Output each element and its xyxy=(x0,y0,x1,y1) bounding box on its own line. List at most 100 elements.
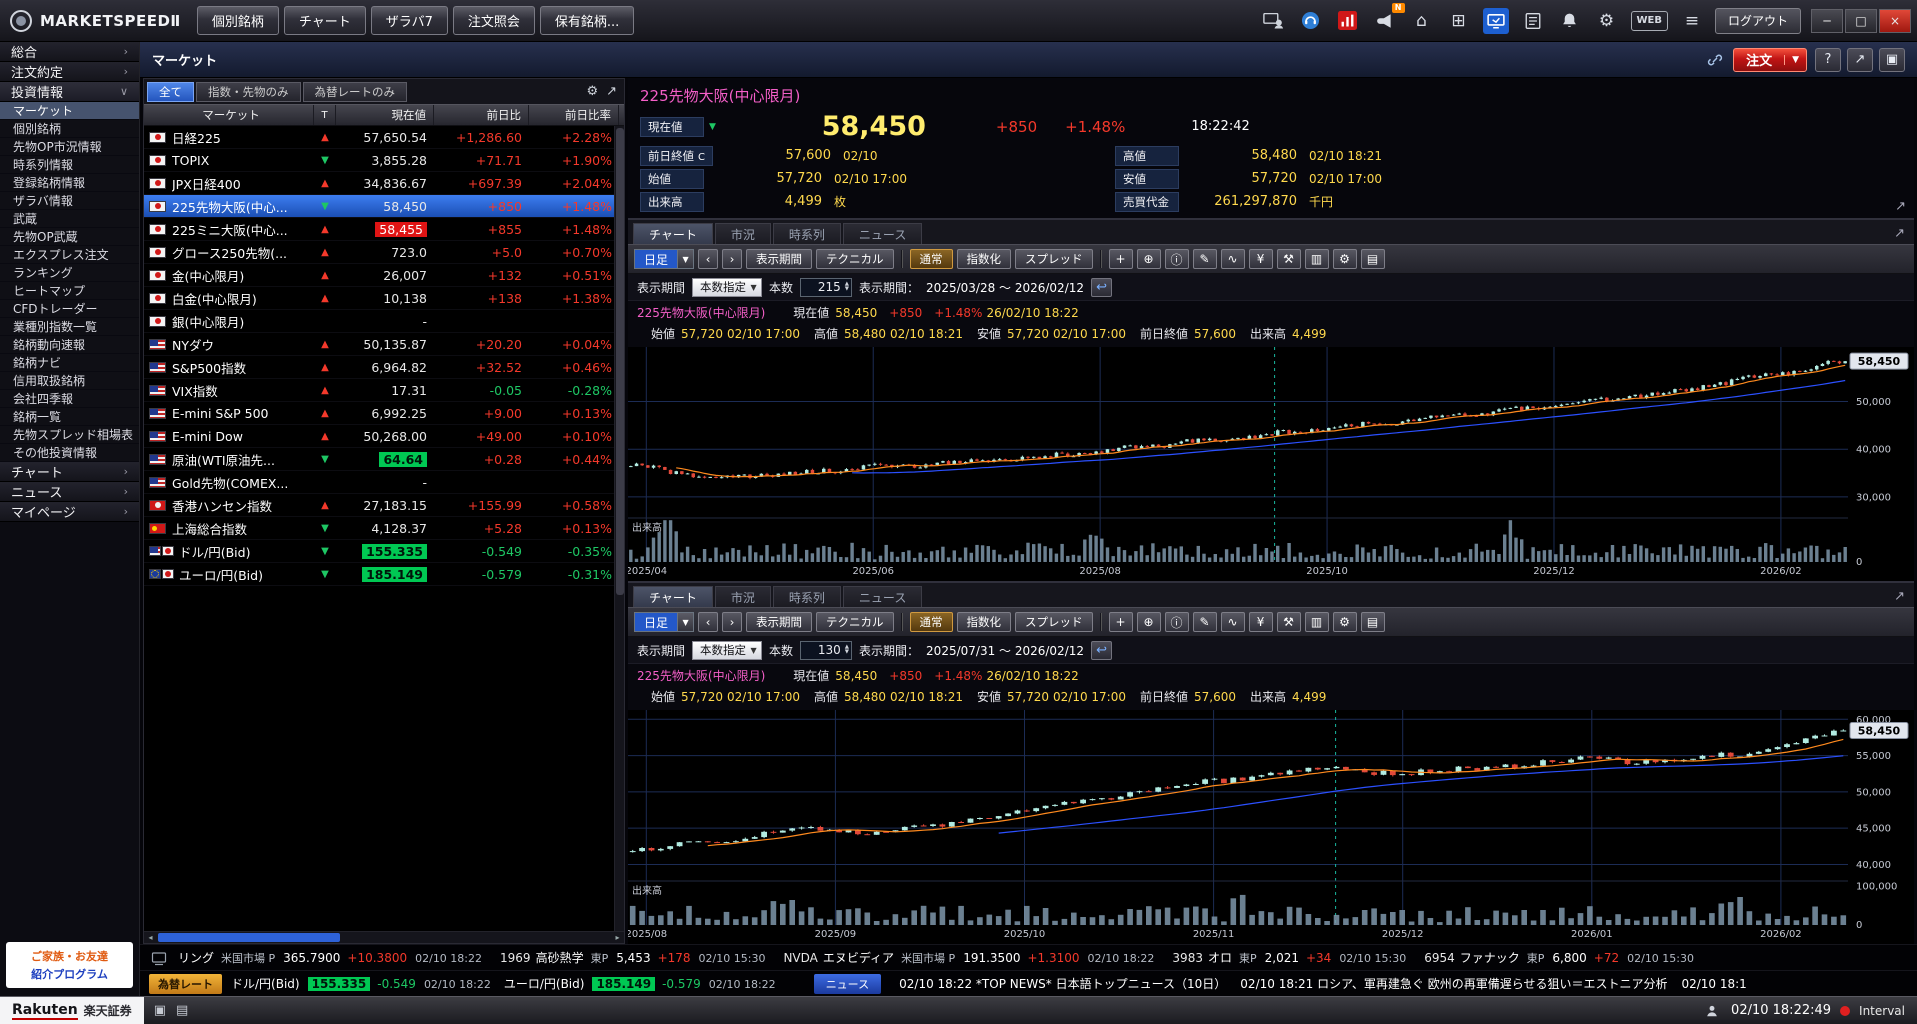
toolbar-button-表示期間[interactable]: 表示期間 xyxy=(746,249,813,269)
chart-nav-prev-button[interactable]: ‹ xyxy=(698,612,719,632)
toolbar-currency-icon[interactable]: ¥ xyxy=(1248,249,1273,269)
bar-count-input[interactable]: 130 ▲ ▼ xyxy=(800,640,853,660)
sidebar-item-その他投資情報[interactable]: その他投資情報 xyxy=(0,444,139,462)
fx-rate-badge[interactable]: 為替レート xyxy=(149,973,222,994)
help-button[interactable]: ? xyxy=(1815,47,1841,72)
panel-tab-市況[interactable]: 市況 xyxy=(714,586,771,607)
sidebar-item-個別銘柄[interactable]: 個別銘柄 xyxy=(0,120,139,138)
reload-icon[interactable]: ↩ xyxy=(1091,277,1113,297)
sidebar-item-銘柄ナビ[interactable]: 銘柄ナビ xyxy=(0,354,139,372)
sidebar-section-マイページ[interactable]: マイページ › xyxy=(0,502,139,522)
scrollbar-thumb[interactable] xyxy=(158,933,341,942)
popout-button[interactable]: ↗ xyxy=(1847,47,1873,72)
ticker-item[interactable]: 6954 ファナック 東P 6,800 +72 02/10 15:30 xyxy=(1414,951,1702,965)
filter-tab-全て[interactable]: 全て xyxy=(147,81,194,102)
ticker-item[interactable]: 1969 高砂熱学 東P 5,453 +178 02/10 15:30 xyxy=(490,951,773,965)
sidebar-item-先物OP市況情報[interactable]: 先物OP市況情報 xyxy=(0,138,139,156)
chart-nav-prev-button[interactable]: ‹ xyxy=(698,249,719,269)
chart-nav-next-button[interactable]: › xyxy=(722,612,743,632)
window-dock-icon[interactable]: ▣ xyxy=(154,1003,166,1018)
mode-button-指数化[interactable]: 指数化 xyxy=(956,612,1012,632)
bar-count-input[interactable]: 215 ▲ ▼ xyxy=(800,277,853,297)
watchlist-row-ユーロ/円(Bid)[interactable]: ユーロ/円(Bid) ▼ 185.149 -0.579 -0.31% xyxy=(144,563,624,586)
quote-expand-icon[interactable]: ↗ xyxy=(1895,199,1906,214)
panel-tab-時系列[interactable]: 時系列 xyxy=(772,586,841,607)
fx-ticker-item[interactable]: ユーロ/円(Bid) 185.149 -0.579 02/10 18:22 xyxy=(499,977,784,991)
minimize-button[interactable]: ─ xyxy=(1811,8,1843,33)
panel-expand-icon[interactable]: ↗ xyxy=(1890,226,1909,244)
announce-icon[interactable]: N xyxy=(1372,2,1405,34)
layout-button[interactable]: ▣ xyxy=(1879,47,1905,72)
settings-gear-icon[interactable]: ⚙ xyxy=(1594,8,1620,34)
mode-button-通常[interactable]: 通常 xyxy=(909,249,953,269)
scroll-left-arrow[interactable]: ◂ xyxy=(144,932,157,943)
watchlist-row-VIX指数[interactable]: VIX指数 ▲ 17.31 -0.05 -0.28% xyxy=(144,379,624,402)
sidebar-section-総合[interactable]: 総合 › xyxy=(0,42,139,62)
panel-tab-ニュース[interactable]: ニュース xyxy=(842,223,923,244)
period-mode-select[interactable]: 本数指定 ▼ xyxy=(692,640,763,660)
toolbar-button-テクニカル[interactable]: テクニカル xyxy=(816,249,894,269)
watchlist-row-NYダウ[interactable]: NYダウ ▲ 50,135.87 +20.20 +0.04% xyxy=(144,333,624,356)
column-header-マーケット[interactable]: マーケット xyxy=(144,105,314,125)
watchlist-row-S&P500指数[interactable]: S&P500指数 ▲ 6,964.82 +32.52 +0.46% xyxy=(144,356,624,379)
toolbar-print-icon[interactable]: ▤ xyxy=(1360,612,1385,632)
add-window-icon[interactable]: ⊞ xyxy=(1446,8,1472,34)
panel-expand-icon[interactable]: ↗ xyxy=(1890,589,1909,607)
sidebar-item-武蔵[interactable]: 武蔵 xyxy=(0,210,139,228)
sidebar-item-時系列情報[interactable]: 時系列情報 xyxy=(0,156,139,174)
mode-button-スプレッド[interactable]: スプレッド xyxy=(1015,249,1093,269)
watchlist-vertical-scrollbar[interactable] xyxy=(614,126,624,931)
column-header-現在値[interactable]: 現在値 xyxy=(336,105,434,125)
sidebar-item-登録銘柄情報[interactable]: 登録銘柄情報 xyxy=(0,174,139,192)
news-headline[interactable]: 02/10 18:22 *TOP NEWS* 日本語トップニュース（10日） xyxy=(899,977,1226,991)
topbar-tab-注文照会[interactable]: 注文照会 xyxy=(452,6,535,35)
news-headline[interactable]: 02/10 18:21 ロシア、軍再建急ぐ 欧州の再軍備遅らせる狙い＝エストニア… xyxy=(1240,977,1667,991)
sidebar-item-マーケット[interactable]: マーケット xyxy=(0,102,139,120)
toolbar-wrench-icon[interactable]: ⚙ xyxy=(1332,249,1357,269)
sidebar-item-業種別指数一覧[interactable]: 業種別指数一覧 xyxy=(0,318,139,336)
watchlist-settings-icon[interactable]: ⚙ xyxy=(586,84,598,99)
sidebar-item-先物スプレッド相場表[interactable]: 先物スプレッド相場表 xyxy=(0,426,139,444)
watchlist-row-225先物大阪(中心...[interactable]: 225先物大阪(中心... ▼ 58,450 +850 +1.48% xyxy=(144,195,624,218)
scroll-right-arrow[interactable]: ▸ xyxy=(611,932,624,943)
toolbar-info-icon[interactable]: ⓘ xyxy=(1164,612,1189,632)
watchlist-row-上海総合指数[interactable]: 上海総合指数 ▼ 4,128.37 +5.28 +0.13% xyxy=(144,517,624,540)
watchlist-row-ドル/円(Bid)[interactable]: ドル/円(Bid) ▼ 155.335 -0.549 -0.35% xyxy=(144,540,624,563)
watchlist-row-グロース250先物(...[interactable]: グロース250先物(... ▲ 723.0 +5.0 +0.70% xyxy=(144,241,624,264)
sidebar-item-先物OP武蔵[interactable]: 先物OP武蔵 xyxy=(0,228,139,246)
sidebar-item-銘柄動向速報[interactable]: 銘柄動向速報 xyxy=(0,336,139,354)
filter-tab-指数・先物のみ[interactable]: 指数・先物のみ xyxy=(196,81,301,102)
watchlist-horizontal-scrollbar[interactable]: ◂ ▸ xyxy=(144,931,624,943)
watchlist-row-日経225[interactable]: 日経225 ▲ 57,650.54 +1,286.60 +2.28% xyxy=(144,126,624,149)
ticker-item[interactable]: 3983 オロ 東P 2,021 +34 02/10 15:30 xyxy=(1162,951,1414,965)
bell-icon[interactable] xyxy=(1557,8,1583,34)
watchlist-row-TOPIX[interactable]: TOPIX ▼ 3,855.28 +71.71 +1.90% xyxy=(144,149,624,172)
monitor-icon[interactable] xyxy=(1482,7,1509,34)
topbar-tab-保有銘柄...[interactable]: 保有銘柄... xyxy=(539,6,635,35)
spinner-down-icon[interactable]: ▼ xyxy=(845,649,849,655)
column-header-前日比[interactable]: 前日比 xyxy=(434,105,529,125)
spinner-down-icon[interactable]: ▼ xyxy=(845,286,849,292)
panel-tab-チャート[interactable]: チャート xyxy=(633,223,713,244)
screen-share-icon[interactable] xyxy=(1261,8,1287,34)
stock-app-icon[interactable] xyxy=(1335,8,1361,34)
watchlist-row-金(中心限月)[interactable]: 金(中心限月) ▲ 26,007 +132 +0.51% xyxy=(144,264,624,287)
watchlist-row-銀(中心限月)[interactable]: 銀(中心限月) - xyxy=(144,310,624,333)
sidebar-item-CFDトレーダー[interactable]: CFDトレーダー xyxy=(0,300,139,318)
sidebar-section-投資情報[interactable]: 投資情報 ∨ xyxy=(0,82,139,102)
watchlist-row-JPX日経400[interactable]: JPX日経400 ▲ 34,836.67 +697.39 +2.04% xyxy=(144,172,624,195)
candlestick-chart[interactable]: 40,000 45,000 50,000 55,000 60,000 2025/08 202… xyxy=(628,710,1914,944)
logout-button[interactable]: ログアウト xyxy=(1714,7,1801,34)
interval-select[interactable]: 日足 ▼ xyxy=(634,249,695,269)
order-button[interactable]: 注文 ▼ xyxy=(1733,47,1807,72)
watchlist-row-E-mini S&P 500[interactable]: E-mini S&P 500 ▲ 6,992.25 +9.00 +0.13% xyxy=(144,402,624,425)
toolbar-currency-icon[interactable]: ¥ xyxy=(1248,612,1273,632)
watchlist-row-225ミニ大阪(中心...[interactable]: 225ミニ大阪(中心... ▲ 58,455 +855 +1.48% xyxy=(144,218,624,241)
toolbar-histogram-icon[interactable]: ▥ xyxy=(1304,612,1329,632)
toolbar-button-テクニカル[interactable]: テクニカル xyxy=(816,612,894,632)
window-split-icon[interactable]: ▤ xyxy=(176,1003,188,1018)
topbar-tab-個別銘柄[interactable]: 個別銘柄 xyxy=(196,6,279,35)
topbar-tab-チャート[interactable]: チャート xyxy=(283,6,366,35)
column-header-T[interactable]: T xyxy=(314,105,336,125)
panel-tab-チャート[interactable]: チャート xyxy=(633,586,713,607)
